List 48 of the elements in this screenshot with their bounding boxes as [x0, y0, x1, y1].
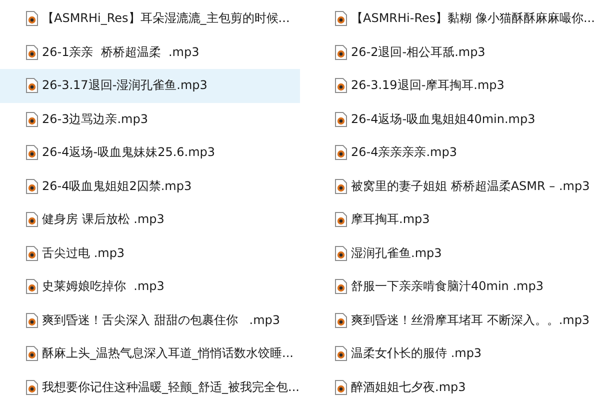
- audio-file-icon: [335, 78, 347, 94]
- file-item[interactable]: 26-4亲亲亲亲.mp3: [308, 136, 616, 170]
- audio-file-icon: [26, 246, 38, 261]
- audio-file-icon: [26, 380, 38, 395]
- audio-file-icon: [335, 246, 347, 261]
- audio-file-icon: [26, 44, 38, 60]
- file-item[interactable]: 爽到昏迷！舌尖深入 甜甜の包裹住你 .mp3: [0, 304, 300, 337]
- file-item[interactable]: 被窝里的妻子姐姐 桥桥超温柔ASMR – .mp3: [308, 170, 616, 203]
- file-item[interactable]: 【ASMRHi_Res】耳朵湿漉漉_主包剪的时候...: [0, 2, 300, 36]
- file-item[interactable]: 我想要你记住这种温暖_轻颤_舒适_被我完全包...: [0, 370, 300, 404]
- file-item[interactable]: 健身房 课后放松 .mp3: [0, 203, 300, 236]
- audio-file-icon: [26, 212, 38, 228]
- audio-file-icon: [335, 145, 347, 160]
- audio-file-icon: [26, 78, 38, 94]
- file-item[interactable]: 26-3.17退回-湿润孔雀鱼.mp3: [0, 69, 300, 102]
- audio-file-icon: [335, 380, 347, 395]
- audio-file-icon: [26, 112, 38, 127]
- file-item[interactable]: 【ASMRHi-Res】黏糊 像小猫酥酥麻麻嘬你...: [308, 2, 616, 36]
- audio-file-icon: [335, 346, 347, 362]
- file-item[interactable]: 26-4返场-吸血鬼姐姐40min.mp3: [308, 102, 616, 136]
- audio-file-icon: [335, 312, 347, 328]
- audio-file-icon: [335, 279, 347, 294]
- file-item[interactable]: 26-3.19退回-摩耳掏耳.mp3: [308, 69, 616, 102]
- file-item[interactable]: 醉酒姐姐七夕夜.mp3: [308, 370, 616, 404]
- audio-file-icon: [335, 44, 347, 60]
- file-item[interactable]: 史莱姆娘吃掉你 .mp3: [0, 270, 300, 304]
- file-item[interactable]: 26-2退回-相公耳舐.mp3: [308, 36, 616, 69]
- audio-file-icon: [335, 11, 347, 26]
- audio-file-icon: [26, 178, 38, 194]
- audio-file-icon: [26, 279, 38, 294]
- file-item[interactable]: 26-4返场-吸血鬼妹妹25.6.mp3: [0, 136, 300, 170]
- file-item[interactable]: 摩耳掏耳.mp3: [308, 203, 616, 236]
- audio-file-icon: [26, 11, 38, 26]
- audio-file-icon: [335, 178, 347, 194]
- audio-file-icon: [335, 112, 347, 127]
- file-item[interactable]: 酥麻上头_温热气息深入耳道_悄悄话数水饺睡...: [0, 337, 300, 370]
- file-item[interactable]: 温柔女仆长的服侍 .mp3: [308, 337, 616, 370]
- file-item[interactable]: 舒服一下亲亲啃食脑汁40min .mp3: [308, 270, 616, 304]
- file-item[interactable]: 爽到昏迷！丝滑摩耳堵耳 不断深入。。.mp3: [308, 304, 616, 337]
- audio-file-icon: [335, 212, 347, 228]
- audio-file-icon: [26, 312, 38, 328]
- file-item[interactable]: 26-3边骂边亲.mp3: [0, 102, 300, 136]
- file-item[interactable]: 26-1亲亲 桥桥超温柔 .mp3: [0, 36, 300, 69]
- file-item[interactable]: 26-4吸血鬼姐姐2囚禁.mp3: [0, 170, 300, 203]
- audio-file-icon: [26, 346, 38, 362]
- file-item[interactable]: 湿润孔雀鱼.mp3: [308, 236, 616, 270]
- audio-file-icon: [26, 145, 38, 160]
- file-item[interactable]: 舌尖过电 .mp3: [0, 236, 300, 270]
